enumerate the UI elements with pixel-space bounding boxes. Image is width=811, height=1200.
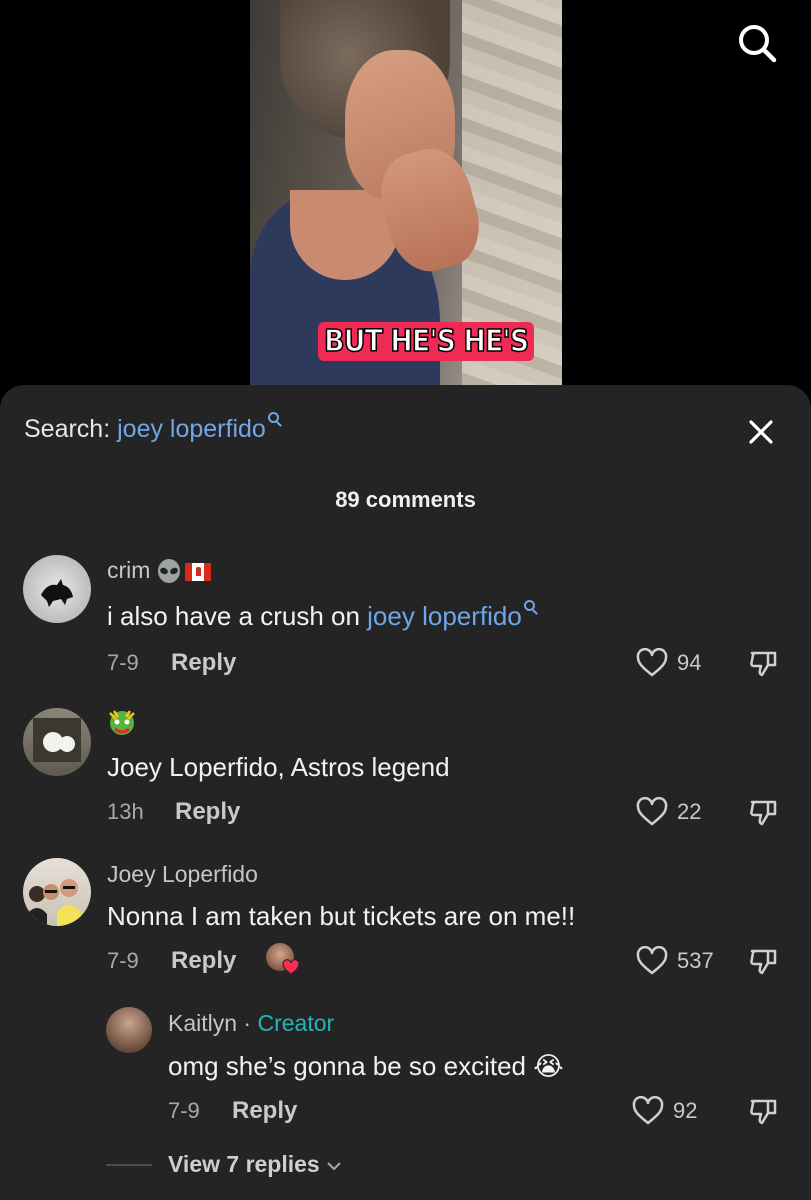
avatar-joey-loperfido[interactable] bbox=[23, 858, 91, 926]
reply-username[interactable]: Kaitlyn · Creator bbox=[168, 1010, 334, 1037]
comment-text-body: i also have a crush on bbox=[107, 601, 368, 631]
comment-text: i also have a crush on joey loperfido bbox=[107, 600, 535, 632]
comment-username[interactable]: crim bbox=[107, 557, 211, 585]
reply-button[interactable]: Reply bbox=[171, 649, 236, 677]
avatar-user2[interactable] bbox=[23, 708, 91, 776]
alien-icon bbox=[157, 558, 180, 583]
comment-date: 7-9 bbox=[107, 650, 139, 675]
video-caption: BUT HE'S HE'S bbox=[318, 322, 535, 361]
dislike-icon[interactable] bbox=[748, 796, 780, 828]
comment-count: 89 comments bbox=[335, 487, 476, 512]
search-header[interactable]: Search: joey loperfido bbox=[24, 412, 279, 444]
avatar-polar-bear-image bbox=[33, 718, 81, 762]
search-query-link[interactable]: joey loperfido bbox=[117, 415, 266, 443]
like-count: 537 bbox=[677, 948, 714, 973]
crying-face-emoji: 😭 bbox=[533, 1051, 564, 1081]
like-count: 22 bbox=[677, 799, 702, 824]
heart-icon[interactable] bbox=[632, 1096, 664, 1126]
username-text: crim bbox=[107, 557, 151, 583]
reply-button[interactable]: Reply bbox=[175, 798, 240, 826]
creator-liked-badge bbox=[266, 943, 300, 977]
comment-username[interactable]: Joey Loperfido bbox=[107, 861, 258, 888]
comment-text: Joey Loperfido, Astros legend bbox=[107, 752, 450, 782]
comments-sheet: Search: joey loperfido 89 comments crim … bbox=[0, 385, 811, 1200]
reply-text-body: omg she’s gonna be so excited bbox=[168, 1051, 534, 1081]
comment-text: Nonna I am taken but tickets are on me!! bbox=[107, 901, 576, 931]
dislike-icon[interactable] bbox=[748, 1095, 780, 1127]
comment-date: 13h bbox=[107, 799, 144, 824]
reply-text: omg she’s gonna be so excited 😭 bbox=[168, 1051, 564, 1082]
view-replies-label: View 7 replies bbox=[168, 1151, 320, 1177]
reply-button[interactable]: Reply bbox=[171, 947, 236, 975]
dislike-icon[interactable] bbox=[748, 647, 780, 679]
like-count: 92 bbox=[673, 1098, 698, 1123]
like-count: 94 bbox=[677, 650, 702, 675]
search-term-icon bbox=[523, 600, 535, 611]
dislike-icon[interactable] bbox=[748, 945, 780, 977]
avatar-group-photo bbox=[27, 879, 81, 926]
search-label: Search: bbox=[24, 415, 118, 443]
creator-badge: Creator bbox=[257, 1010, 335, 1036]
close-icon[interactable] bbox=[746, 417, 776, 447]
video-preview[interactable]: BUT HE'S HE'S bbox=[250, 0, 562, 400]
username-separator: · bbox=[237, 1010, 258, 1036]
search-term-link[interactable]: joey loperfido bbox=[367, 601, 522, 631]
comment-date: 7-9 bbox=[107, 948, 139, 973]
username-text: Kaitlyn bbox=[168, 1010, 238, 1036]
search-query-icon bbox=[267, 412, 279, 423]
reply-button[interactable]: Reply bbox=[232, 1097, 297, 1125]
heart-icon[interactable] bbox=[636, 797, 668, 827]
heart-filled-icon bbox=[282, 959, 300, 975]
heart-icon[interactable] bbox=[636, 648, 668, 678]
reply-date: 7-9 bbox=[168, 1098, 200, 1123]
replies-divider bbox=[106, 1164, 152, 1166]
canada-flag-icon bbox=[184, 562, 211, 581]
dragon-emoji-icon bbox=[109, 710, 135, 735]
search-icon[interactable] bbox=[736, 22, 778, 64]
view-replies-button[interactable]: View 7 replies bbox=[168, 1151, 342, 1178]
avatar-cat-image bbox=[41, 579, 73, 607]
chevron-down-icon bbox=[327, 1162, 341, 1171]
avatar-crim[interactable] bbox=[23, 555, 91, 623]
avatar-kaitlyn[interactable] bbox=[106, 1007, 152, 1053]
heart-icon[interactable] bbox=[636, 946, 668, 976]
